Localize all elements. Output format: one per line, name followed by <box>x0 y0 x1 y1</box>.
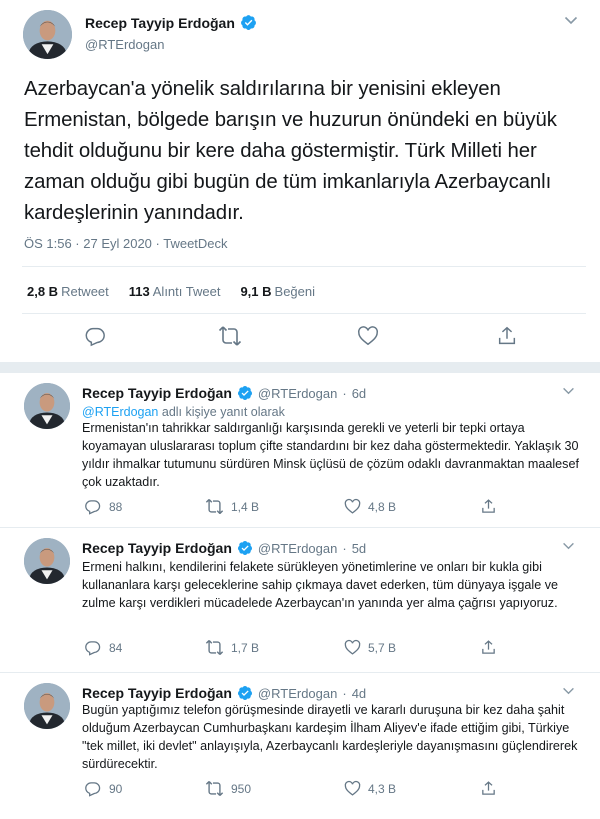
reply-to-link[interactable]: @RTErdogan <box>82 405 158 419</box>
chevron-down-icon[interactable] <box>562 687 575 695</box>
chevron-down-icon[interactable] <box>562 387 575 395</box>
reply-tweet[interactable]: Recep Tayyip Erdoğan @RTErdogan · 4d Bug… <box>0 673 600 819</box>
author-name[interactable]: Recep Tayyip Erdoğan <box>82 685 232 701</box>
tweet-stats: 2,8 B Retweet 113 Alıntı Tweet 9,1 B Beğeni <box>27 284 335 299</box>
like-icon <box>344 498 361 515</box>
like-button[interactable]: 4,8 B <box>344 498 396 515</box>
retweet-count[interactable]: 2,8 B Retweet <box>27 284 109 299</box>
tweet-text: Bugün yaptığımız telefon görüşmesinde di… <box>82 703 578 771</box>
tweet-actions: 88 1,4 B 4,8 B <box>0 498 600 518</box>
divider <box>22 266 586 267</box>
like-button[interactable]: 5,7 B <box>344 639 396 656</box>
share-icon[interactable] <box>480 780 497 797</box>
reply-count: 90 <box>109 781 123 796</box>
reply-count: 88 <box>109 499 123 514</box>
main-tweet: Recep Tayyip Erdoğan @RTErdogan Azerbayc… <box>0 0 600 362</box>
chevron-down-icon[interactable] <box>564 16 578 25</box>
avatar[interactable] <box>24 538 70 584</box>
dot-separator: · <box>342 385 347 401</box>
reply-tweet[interactable]: Recep Tayyip Erdoğan @RTErdogan · 6d @RT… <box>0 373 600 527</box>
divider <box>22 313 586 314</box>
like-count: 5,7 B <box>368 640 397 655</box>
dot-separator: · <box>342 685 347 701</box>
retweet-count: 950 <box>231 781 252 796</box>
verified-badge-icon <box>237 540 253 556</box>
author-name[interactable]: Recep Tayyip Erdoğan <box>85 15 235 31</box>
share-icon[interactable] <box>496 325 518 347</box>
tweet-actions <box>0 325 600 351</box>
like-button[interactable]: 4,3 B <box>344 780 396 797</box>
author-handle[interactable]: @RTErdogan <box>258 386 337 401</box>
tweet-time[interactable]: 4d <box>352 686 366 701</box>
tweet-text: Ermeni halkını, kendilerini felakete sür… <box>82 560 559 610</box>
tweet-text: Ermenistan'ın tahrikkar saldırganlığı ka… <box>82 421 579 489</box>
tweet-actions: 84 1,7 B 5,7 B <box>0 639 600 659</box>
author-row: Recep Tayyip Erdoğan @RTErdogan · 4d <box>82 685 366 701</box>
retweet-count: 1,7 B <box>231 640 260 655</box>
avatar[interactable] <box>23 10 72 59</box>
verified-badge-icon <box>237 685 253 701</box>
author-row: Recep Tayyip Erdoğan <box>85 14 257 31</box>
retweet-count: 1,4 B <box>231 499 260 514</box>
reply-context: @RTErdogan adlı kişiye yanıt olarak <box>82 405 285 419</box>
author-name[interactable]: Recep Tayyip Erdoğan <box>82 385 232 401</box>
retweet-icon <box>205 639 224 656</box>
like-icon <box>344 780 361 797</box>
like-icon <box>344 639 361 656</box>
tweet-meta[interactable]: ÖS 1:56 · 27 Eyl 2020 · TweetDeck <box>24 236 228 251</box>
reply-button[interactable]: 90 <box>84 780 122 797</box>
like-count: 4,3 B <box>368 781 397 796</box>
tweet-thread: Recep Tayyip Erdoğan @RTErdogan Azerbayc… <box>0 0 600 819</box>
tweet-time[interactable]: 6d <box>352 386 366 401</box>
share-icon[interactable] <box>480 639 497 656</box>
reply-to-label: adlı kişiye yanıt olarak <box>161 405 285 419</box>
reply-icon <box>84 498 101 515</box>
author-handle[interactable]: @RTErdogan <box>258 541 337 556</box>
chevron-down-icon[interactable] <box>562 542 575 550</box>
tweet-text: Azerbaycan'a yönelik saldırılarına bir y… <box>24 78 557 224</box>
like-icon[interactable] <box>357 325 379 347</box>
dot-separator: · <box>342 540 347 556</box>
retweet-icon <box>205 498 224 515</box>
reply-icon[interactable] <box>84 325 106 347</box>
author-handle[interactable]: @RTErdogan <box>258 686 337 701</box>
retweet-icon <box>205 780 224 797</box>
reply-icon <box>84 780 101 797</box>
retweet-button[interactable]: 1,4 B <box>205 498 259 515</box>
retweet-button[interactable]: 1,7 B <box>205 639 259 656</box>
like-count[interactable]: 9,1 B Beğeni <box>240 284 315 299</box>
author-row: Recep Tayyip Erdoğan @RTErdogan · 5d <box>82 540 366 556</box>
section-separator <box>0 362 600 373</box>
reply-tweet[interactable]: Recep Tayyip Erdoğan @RTErdogan · 5d Erm… <box>0 528 600 672</box>
author-handle[interactable]: @RTErdogan <box>85 37 164 52</box>
reply-button[interactable]: 88 <box>84 498 122 515</box>
author-name[interactable]: Recep Tayyip Erdoğan <box>82 540 232 556</box>
quote-count[interactable]: 113 Alıntı Tweet <box>129 284 221 299</box>
retweet-icon[interactable] <box>218 325 242 347</box>
retweet-button[interactable]: 950 <box>205 780 251 797</box>
author-row: Recep Tayyip Erdoğan @RTErdogan · 6d <box>82 385 366 401</box>
avatar[interactable] <box>24 383 70 429</box>
share-icon[interactable] <box>480 498 497 515</box>
reply-count: 84 <box>109 640 123 655</box>
like-count: 4,8 B <box>368 499 397 514</box>
tweet-actions: 90 950 4,3 B <box>0 780 600 800</box>
reply-icon <box>84 639 101 656</box>
verified-badge-icon <box>237 385 253 401</box>
reply-button[interactable]: 84 <box>84 639 122 656</box>
avatar[interactable] <box>24 683 70 729</box>
tweet-time[interactable]: 5d <box>352 541 366 556</box>
verified-badge-icon <box>240 14 257 31</box>
